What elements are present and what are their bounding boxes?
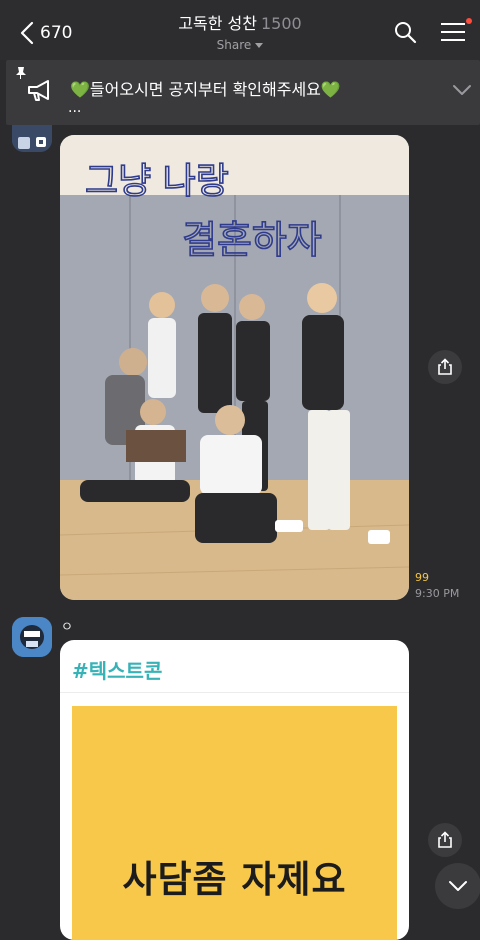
read-count: 99 <box>415 571 429 584</box>
menu-button[interactable] <box>440 22 466 46</box>
handwriting-line1: 그냥 나랑 <box>85 161 229 202</box>
chevron-down-icon <box>449 881 467 891</box>
divider <box>60 692 409 693</box>
share-icon <box>438 831 452 848</box>
emoticon-card-message[interactable]: #텍스트콘 사담좀 자제요 <box>60 640 409 940</box>
caret-down-icon <box>255 42 264 48</box>
member-count: 1500 <box>260 14 302 33</box>
share-button[interactable] <box>428 823 462 857</box>
room-title: 고독한 성찬 <box>178 14 257 33</box>
hamburger-menu-icon <box>441 23 465 41</box>
megaphone-icon <box>28 80 49 101</box>
chevron-down-icon[interactable] <box>452 84 472 96</box>
notice-banner[interactable]: 💚들어오시면 공지부터 확인해주세요💚 ... <box>6 60 480 125</box>
emoticon-text: 사담좀 자제요 <box>122 858 347 901</box>
notice-text: 💚들어오시면 공지부터 확인해주세요💚 <box>70 80 341 99</box>
notification-dot <box>466 18 472 24</box>
chat-header: 670 고독한 성찬 1500 Share <box>0 0 480 60</box>
share-icon <box>438 358 452 375</box>
search-icon <box>395 22 417 44</box>
emoticon-image: 사담좀 자제요 <box>72 706 397 940</box>
search-button[interactable] <box>393 20 417 48</box>
group-photo: 그냥 나랑 결혼하자 <box>60 135 409 600</box>
share-button[interactable] <box>428 350 462 384</box>
share-label: Share <box>216 38 252 52</box>
card-tag[interactable]: #텍스트콘 <box>72 655 162 684</box>
photo-message[interactable]: 그냥 나랑 결혼하자 <box>60 135 409 600</box>
sender-avatar[interactable] <box>12 617 52 657</box>
message-time: 9:30 PM <box>415 587 460 600</box>
scroll-to-bottom-button[interactable] <box>435 863 480 909</box>
handwriting-line2: 결혼하자 <box>182 218 322 262</box>
sender-name: ㅇ <box>61 620 73 635</box>
notice-more: ... <box>68 100 82 116</box>
